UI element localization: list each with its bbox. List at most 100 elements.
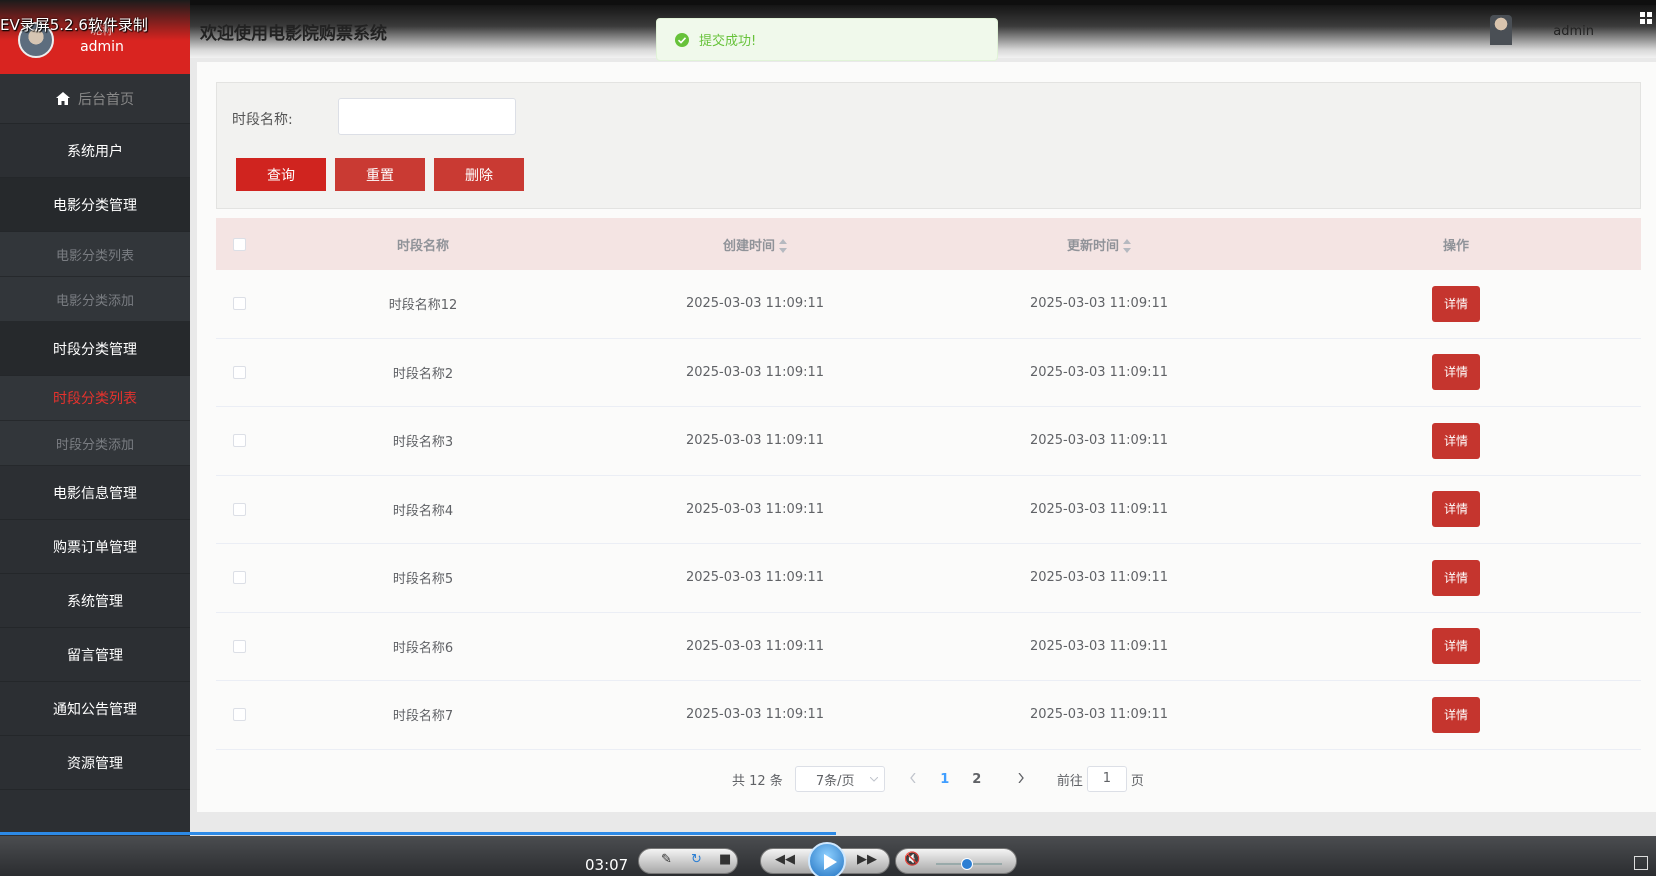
toast-message: 提交成功! [699,34,757,49]
recorder-title: EV录屏5.2.6软件录制 [0,16,148,34]
cell-updated: 2025-03-03 11:09:11 [1029,638,1169,654]
sidebar-subitem-movie-category-add[interactable]: 电影分类添加 [0,277,190,322]
column-header-created-label: 创建时间 [722,238,775,254]
delete-button[interactable]: 删除 [434,158,524,191]
cell-name: 时段名称4 [392,503,454,519]
row-checkbox[interactable] [233,639,246,653]
sidebar-item-movie-category[interactable]: 电影分类管理 [0,178,190,232]
sidebar-item-timeslot-category[interactable]: 时段分类管理 [0,322,190,376]
volume-knob[interactable] [961,858,973,870]
sidebar-item-resources[interactable]: 资源管理 [0,736,190,790]
prev-page-button[interactable] [897,772,929,787]
sort-icon[interactable] [779,239,787,253]
detail-button[interactable]: 详情 [1432,628,1480,665]
recorder-controls: 03:07 ✎ ↻ ■ ◀◀ ▶▶ 🔇 [0,832,1656,876]
mute-icon[interactable]: 🔇 [904,852,920,867]
table-row: 时段名称12 2025-03-03 11:09:11 2025-03-03 11… [216,270,1641,339]
detail-button[interactable]: 详情 [1432,559,1480,596]
sidebar-item-system-users[interactable]: 系统用户 [0,124,190,178]
cell-created: 2025-03-03 11:09:11 [685,364,825,380]
pagination-total: 共 12 条 [732,773,783,789]
cell-name: 时段名称12 [388,298,458,314]
reset-button[interactable]: 重置 [335,158,425,191]
detail-button[interactable]: 详情 [1432,422,1480,459]
main-content: 时段名称: 查询 重置 删除 时段名称 创建时间 更新时间 操作 时段名称12 … [197,62,1656,812]
sidebar-item-announcements[interactable]: 通知公告管理 [0,682,190,736]
detail-button[interactable]: 详情 [1432,491,1480,528]
fast-forward-icon[interactable]: ▶▶ [857,852,877,867]
sort-icon[interactable] [1123,239,1131,253]
cell-created: 2025-03-03 11:09:11 [685,707,825,723]
brush-icon[interactable]: ✎ [661,852,672,867]
sidebar-item-label: 后台首页 [78,91,134,108]
row-checkbox[interactable] [233,297,246,311]
row-checkbox[interactable] [233,365,246,379]
sidebar-item-ticket-orders[interactable]: 购票订单管理 [0,520,190,574]
rewind-icon[interactable]: ◀◀ [775,852,795,867]
timeslot-table: 时段名称 创建时间 更新时间 操作 时段名称12 2025-03-03 11:0… [216,218,1641,750]
cell-created: 2025-03-03 11:09:11 [685,296,825,312]
chevron-left-icon [909,772,916,783]
cell-created: 2025-03-03 11:09:11 [685,501,825,517]
pagination: 共 12 条 7条/页 1 2 前往 1 页 [732,765,1144,793]
recorder-progress-bar [0,832,836,835]
column-header-updated[interactable]: 更新时间 [927,235,1271,254]
sidebar-item-messages[interactable]: 留言管理 [0,628,190,682]
recorder-grid-icon[interactable] [1640,12,1656,30]
select-all-checkbox[interactable] [233,237,246,251]
recorder-time: 03:07 [585,856,629,874]
play-button[interactable] [808,842,846,876]
cell-created: 2025-03-03 11:09:11 [685,638,825,654]
cell-updated: 2025-03-03 11:09:11 [1029,364,1169,380]
query-button[interactable]: 查询 [236,158,326,191]
home-icon [56,92,70,105]
page-size-value: 7条/页 [815,773,855,789]
cell-created: 2025-03-03 11:09:11 [685,433,825,449]
table-header: 时段名称 创建时间 更新时间 操作 [216,218,1641,270]
next-page-button[interactable] [1005,772,1037,787]
sidebar-item-home[interactable]: 后台首页 [0,74,190,124]
goto-page-input[interactable]: 1 [1086,766,1127,792]
table-row: 时段名称4 2025-03-03 11:09:11 2025-03-03 11:… [216,475,1641,544]
page-number-2[interactable]: 2 [961,772,993,787]
page-number-1[interactable]: 1 [929,772,961,787]
chevron-right-icon [1018,772,1024,783]
page-size-select[interactable]: 7条/页 [794,766,885,792]
cell-updated: 2025-03-03 11:09:11 [1029,707,1169,723]
timeslot-name-input[interactable] [338,98,516,135]
cell-name: 时段名称3 [392,435,454,451]
detail-button[interactable]: 详情 [1432,696,1480,733]
table-row: 时段名称2 2025-03-03 11:09:11 2025-03-03 11:… [216,338,1641,407]
table-row: 时段名称7 2025-03-03 11:09:11 2025-03-03 11:… [216,681,1641,750]
sidebar-subitem-movie-category-list[interactable]: 电影分类列表 [0,232,190,277]
refresh-icon[interactable]: ↻ [691,852,702,867]
fullscreen-icon[interactable] [1634,856,1648,870]
search-label: 时段名称: [232,112,293,128]
column-header-name: 时段名称 [396,238,449,254]
cell-updated: 2025-03-03 11:09:11 [1029,501,1169,517]
check-circle-icon [675,32,689,47]
row-checkbox[interactable] [233,502,246,516]
row-checkbox[interactable] [233,434,246,448]
column-header-updated-label: 更新时间 [1066,238,1119,254]
cell-name: 时段名称5 [392,572,454,588]
detail-button[interactable]: 详情 [1432,285,1480,322]
table-row: 时段名称6 2025-03-03 11:09:11 2025-03-03 11:… [216,612,1641,681]
header-avatar[interactable] [1490,15,1512,45]
row-checkbox[interactable] [233,571,246,585]
table-row: 时段名称5 2025-03-03 11:09:11 2025-03-03 11:… [216,544,1641,613]
sidebar-item-system-management[interactable]: 系统管理 [0,574,190,628]
stop-icon[interactable]: ■ [719,852,731,867]
search-panel: 时段名称: 查询 重置 删除 [216,82,1641,209]
column-header-created[interactable]: 创建时间 [583,235,927,254]
header-username[interactable]: admin [1553,24,1594,39]
row-checkbox[interactable] [233,708,246,722]
detail-button[interactable]: 详情 [1432,354,1480,391]
sidebar: 昵称 admin 后台首页 系统用户 电影分类管理 电影分类列表 电影分类添加 … [0,0,190,836]
cell-updated: 2025-03-03 11:09:11 [1029,296,1169,312]
success-toast: 提交成功! [656,18,998,61]
sidebar-subitem-timeslot-category-list[interactable]: 时段分类列表 [0,376,190,421]
sidebar-item-movie-info[interactable]: 电影信息管理 [0,466,190,520]
sidebar-subitem-timeslot-category-add[interactable]: 时段分类添加 [0,421,190,466]
page-title: 欢迎使用电影院购票系统 [200,24,387,44]
